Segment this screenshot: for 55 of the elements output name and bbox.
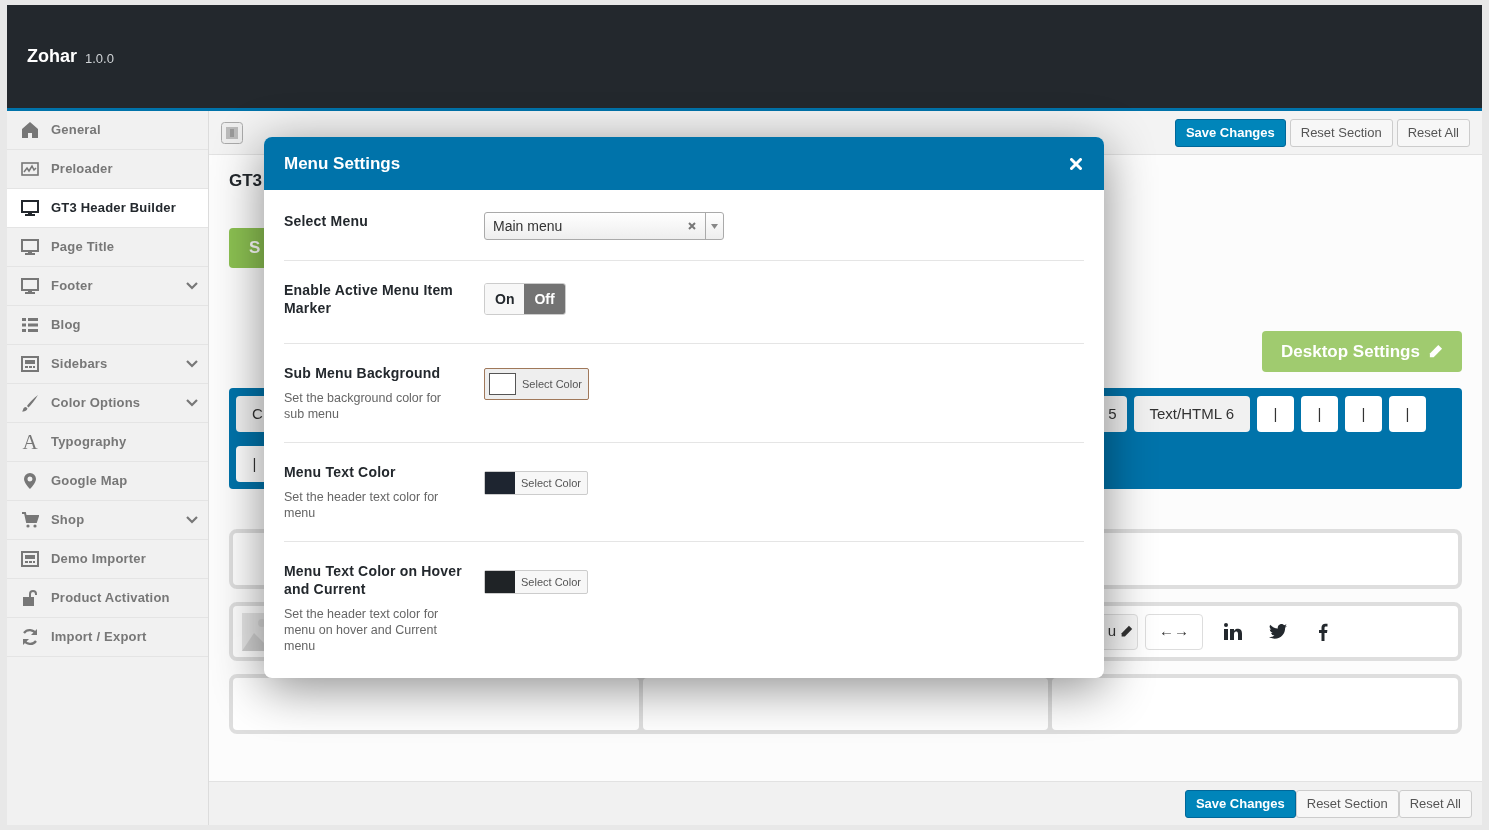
typography-icon: A bbox=[21, 431, 39, 453]
monitor-icon bbox=[21, 199, 39, 217]
home-icon bbox=[21, 121, 39, 139]
app-version: 1.0.0 bbox=[85, 49, 114, 68]
layout-icon bbox=[21, 355, 39, 373]
twitter-icon[interactable] bbox=[1269, 624, 1287, 639]
reset-button[interactable]: Reset All bbox=[1398, 789, 1472, 818]
builder-title: GT3 bbox=[229, 170, 264, 192]
color-picker-button[interactable]: Select Color bbox=[484, 570, 588, 594]
monitor-icon bbox=[21, 277, 39, 295]
color-picker-button[interactable]: Select Color bbox=[484, 471, 588, 495]
modal-title: Menu Settings bbox=[284, 152, 401, 175]
dropdown-arrow-icon[interactable] bbox=[711, 223, 718, 229]
pencil-icon bbox=[1427, 344, 1443, 359]
toggle-option[interactable]: Off bbox=[524, 284, 565, 314]
save-button[interactable]: Save Changes bbox=[1174, 118, 1286, 147]
brush-icon bbox=[21, 394, 39, 412]
list-icon bbox=[21, 316, 39, 334]
clear-icon[interactable] bbox=[688, 222, 696, 230]
save-button[interactable]: Save Changes bbox=[1184, 789, 1296, 818]
header-element[interactable]: | bbox=[1301, 396, 1338, 432]
app-name: Zohar bbox=[27, 45, 77, 68]
sidebar-item[interactable]: GT3 Header Builder bbox=[7, 189, 208, 228]
layout-toggle-icon[interactable] bbox=[221, 121, 243, 144]
select-field[interactable]: Main menu bbox=[484, 212, 724, 240]
field-description: Set the header text color for menu on hover and Current menu bbox=[284, 606, 440, 654]
close-icon[interactable] bbox=[1070, 157, 1082, 170]
chart-icon bbox=[21, 160, 39, 178]
linkedin-icon[interactable] bbox=[1224, 623, 1242, 640]
cart-icon bbox=[21, 511, 39, 529]
reset-button[interactable]: Reset Section bbox=[1289, 118, 1393, 147]
header-element[interactable]: | bbox=[1257, 396, 1294, 432]
header-element[interactable]: Text/HTML 6 bbox=[1133, 396, 1250, 432]
toggle-option[interactable]: On bbox=[485, 284, 525, 314]
field-label: Menu Text Color on Hover and Current bbox=[284, 562, 463, 598]
reset-button[interactable]: Reset All bbox=[1396, 118, 1470, 147]
spacer-element[interactable]: ←→ bbox=[1145, 613, 1203, 650]
refresh-icon bbox=[21, 628, 39, 646]
field-label: Enable Active Menu Item Marker bbox=[284, 281, 454, 317]
field-label: Select Menu bbox=[284, 212, 369, 230]
unlock-icon bbox=[21, 589, 39, 607]
element-label: u bbox=[1107, 621, 1116, 642]
field-description: Set the background color for sub menu bbox=[284, 390, 443, 422]
pencil-icon bbox=[1120, 625, 1133, 638]
header-element[interactable]: | bbox=[1389, 396, 1426, 432]
header-element[interactable]: | bbox=[1345, 396, 1382, 432]
field-label: Sub Menu Background bbox=[284, 364, 442, 382]
reset-button[interactable]: Reset Section bbox=[1295, 789, 1399, 818]
facebook-icon[interactable] bbox=[1318, 622, 1328, 641]
map-pin-icon bbox=[21, 472, 39, 490]
field-description: Set the header text color for menu bbox=[284, 489, 440, 521]
color-picker-button[interactable]: Select Color bbox=[484, 368, 589, 400]
layout-icon bbox=[21, 550, 39, 568]
field-label: Menu Text Color bbox=[284, 463, 397, 481]
monitor-icon bbox=[21, 238, 39, 256]
